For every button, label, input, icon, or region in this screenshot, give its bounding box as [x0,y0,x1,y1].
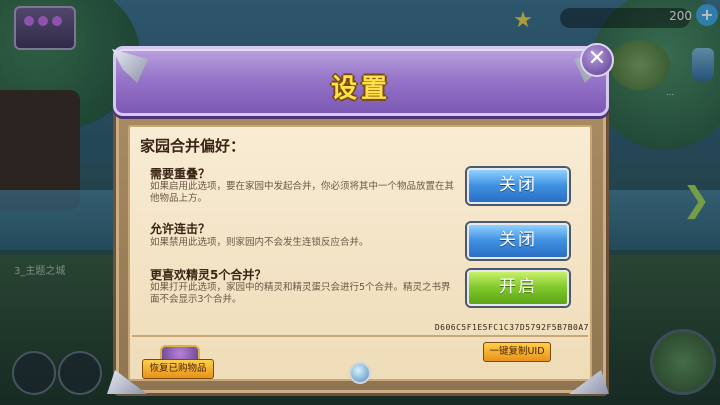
option-combo-desc: 如果禁用此选项，则家园内不会发生连锁反应合并。 [150,237,369,248]
modal-header: 设置 ✕ [112,43,614,116]
toggle-combo-button[interactable]: 关闭 [467,223,569,259]
divider [132,335,588,337]
toggle-fairy5-button[interactable]: 开启 [467,270,569,306]
option-combo-title: 允许连击？ [150,222,211,236]
section-title: 家园合并偏好： [140,137,246,155]
option-fairy5-title: 更喜欢精灵5个合并？ [150,268,267,282]
restore-purchases-button[interactable]: 恢复已购物品 [142,359,214,379]
option-overlap-title: 需要重叠？ [150,167,211,181]
uid-text: D606C5F1E5FC1C37D5792F5B7B0A7 [434,323,589,332]
copy-uid-button[interactable]: 一键复制UID [483,342,551,362]
gem-icon [349,362,371,384]
modal-title: 设置 [330,74,391,104]
option-fairy5-desc: 如果打开此选项，家园中的精灵和精灵蛋只会进行5个合并。精灵之书界面不会显示3个合… [150,282,451,305]
toggle-overlap-button[interactable]: 关闭 [467,168,569,204]
close-icon[interactable]: ✕ [580,43,614,77]
settings-modal: 家园合并偏好： 需要重叠？ 如果启用此选项，要在家园中发起合并，你必须将其中一个… [107,40,614,396]
option-overlap-desc: 如果启用此选项，要在家园中发起合并，你必须将其中一个物品放置在其他物品上方。 [150,181,455,204]
